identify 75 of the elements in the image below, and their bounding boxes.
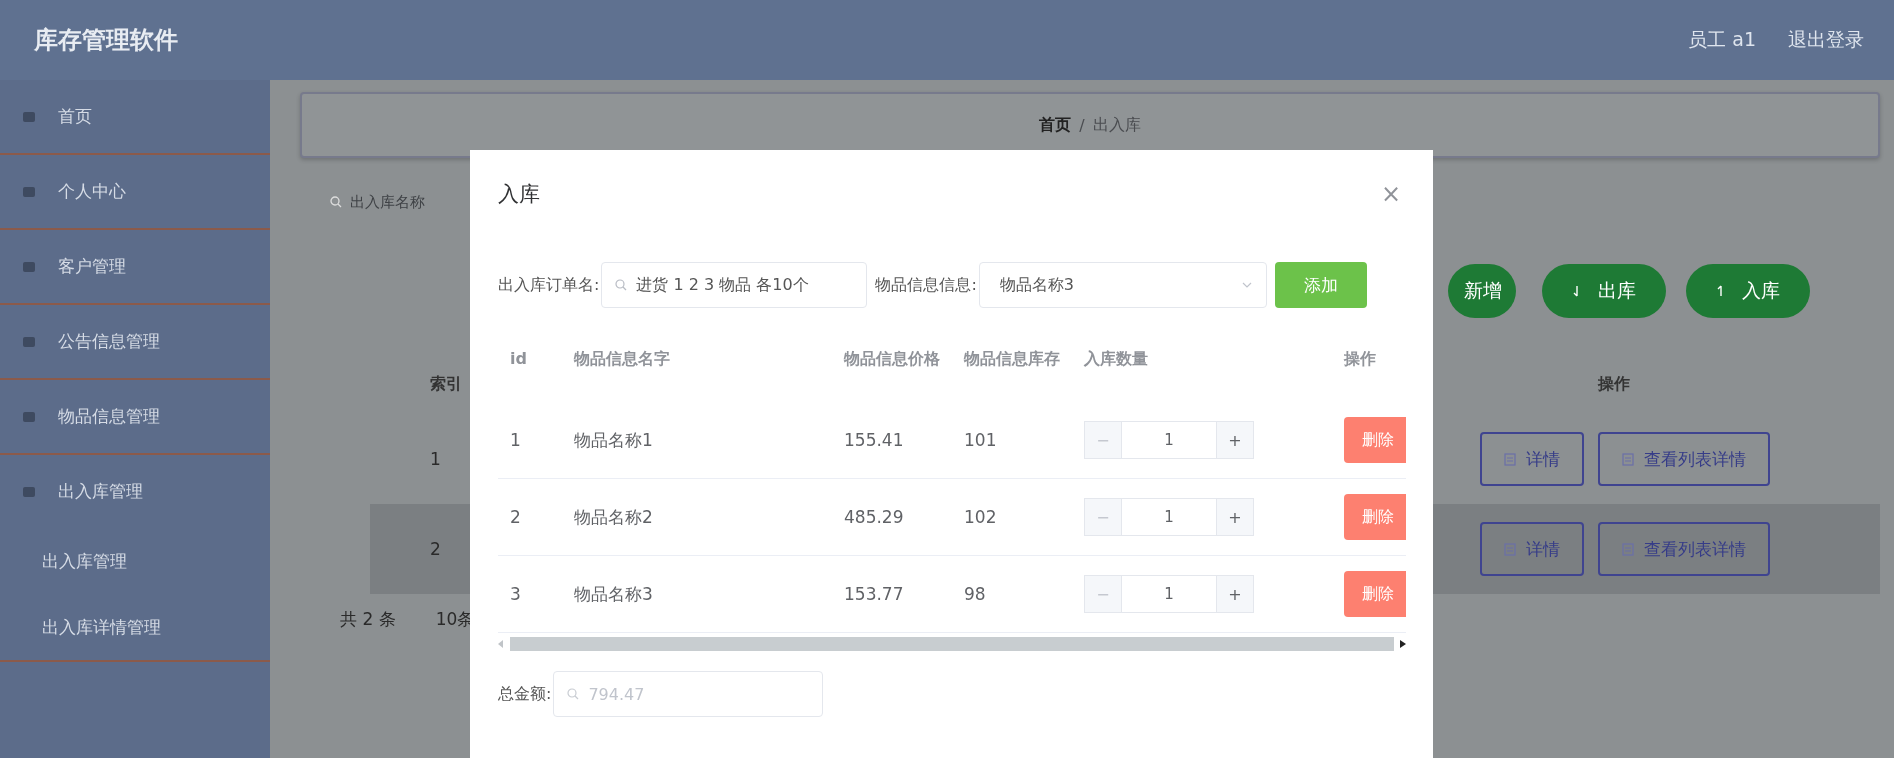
field-label: 物品信息信息: <box>875 274 977 296</box>
table-cell-text: 101 <box>963 430 998 450</box>
action-button[interactable]: 详情 <box>1480 432 1584 486</box>
table-cell-text: 1 <box>509 430 522 450</box>
column-header: 物品信息库存 <box>963 347 1061 370</box>
breadcrumb-separator: / <box>1079 115 1085 135</box>
table-cell-text: 102 <box>963 507 998 527</box>
column-header: 操作 <box>1342 347 1377 370</box>
field-label: 总金额: <box>498 683 552 705</box>
table-cell-text: 3 <box>509 584 522 604</box>
document-icon <box>1622 452 1634 466</box>
table-cell-text: 485.29 <box>843 507 905 527</box>
search-icon <box>330 196 342 208</box>
document-icon <box>1504 542 1516 556</box>
delete-button[interactable]: 删除 <box>1344 494 1406 540</box>
scroll-left-icon <box>498 640 504 648</box>
quantity-field[interactable]: 1 <box>1122 498 1216 536</box>
increment-button[interactable]: + <box>1216 498 1254 536</box>
sidebar-item[interactable]: 客户管理 <box>0 230 270 303</box>
user-name: 员工 a1 <box>1688 27 1756 52</box>
table-cell-text: 155.41 <box>843 430 905 450</box>
chevron-down-icon <box>1241 282 1252 288</box>
breadcrumb-item: 出入库 <box>1092 114 1141 136</box>
logout-link[interactable]: 退出登录 <box>1788 27 1864 53</box>
increment-button[interactable]: + <box>1216 421 1254 459</box>
document-icon <box>1622 542 1634 556</box>
sidebar-item[interactable]: 公告信息管理 <box>0 305 270 378</box>
delete-button[interactable]: 删除 <box>1344 417 1406 463</box>
column-header: 操作 <box>1596 373 1631 395</box>
order-name-field[interactable]: 进货 1 2 3 物品 各10个 <box>601 262 868 308</box>
sidebar-subitem[interactable]: 出入库详情管理 <box>0 594 270 660</box>
search-field[interactable]: 出入库名称 <box>330 182 460 222</box>
scroll-right-icon <box>1400 640 1406 648</box>
close-button[interactable]: × <box>1380 180 1401 208</box>
add-button[interactable]: 添加 <box>1274 262 1367 308</box>
horizontal-scrollbar[interactable] <box>498 635 1406 653</box>
sidebar-item[interactable]: 物品信息管理 <box>0 380 270 453</box>
breadcrumb-item[interactable]: 首页 <box>1039 114 1072 136</box>
increment-button[interactable]: + <box>1216 575 1254 613</box>
table-cell-text: 1 <box>429 449 442 469</box>
dialog-title: 入库 <box>498 181 540 208</box>
down-arrow-icon <box>1572 285 1580 297</box>
search-icon <box>567 688 580 700</box>
table-cell-text: 物品名称2 <box>573 505 654 529</box>
sidebar-item[interactable]: 首页 <box>0 80 270 153</box>
item-select[interactable]: 物品名称3 <box>978 262 1267 308</box>
quantity-field[interactable]: 1 <box>1122 575 1216 613</box>
column-header: 索引 <box>429 373 463 395</box>
table-cell-text: 98 <box>963 584 987 604</box>
column-header: id <box>509 347 528 370</box>
table-cell-text: 153.77 <box>843 584 905 604</box>
up-arrow-icon <box>1716 285 1724 297</box>
action-button[interactable]: 查看列表详情 <box>1598 522 1770 576</box>
sidebar-item[interactable]: 出入库管理 <box>0 455 270 528</box>
action-button[interactable]: 查看列表详情 <box>1598 432 1770 486</box>
table-cell-text: 物品名称1 <box>573 428 654 452</box>
sidebar-subitem[interactable]: 出入库管理 <box>0 528 270 594</box>
toolbar-button[interactable]: 出库 <box>1542 264 1666 318</box>
quantity-field[interactable]: 1 <box>1122 421 1216 459</box>
field-label: 出入库订单名: <box>498 274 600 296</box>
table-cell-text: 2 <box>429 539 442 559</box>
column-header: 入库数量 <box>1083 347 1149 370</box>
delete-button[interactable]: 删除 <box>1344 571 1406 617</box>
toolbar-button[interactable]: 入库 <box>1686 264 1810 318</box>
document-icon <box>1504 452 1516 466</box>
total-count: 共 2 条 <box>340 608 396 631</box>
table-cell-text: 2 <box>509 507 522 527</box>
action-button[interactable]: 详情 <box>1480 522 1584 576</box>
sidebar-item[interactable]: 个人中心 <box>0 155 270 228</box>
table-cell-text: 物品名称3 <box>573 582 654 606</box>
column-header: 物品信息价格 <box>843 347 941 370</box>
column-header: 物品信息名字 <box>573 347 671 370</box>
search-icon <box>615 279 628 291</box>
toolbar-button[interactable]: 新增 <box>1448 264 1516 318</box>
app-title: 库存管理软件 <box>34 25 178 56</box>
